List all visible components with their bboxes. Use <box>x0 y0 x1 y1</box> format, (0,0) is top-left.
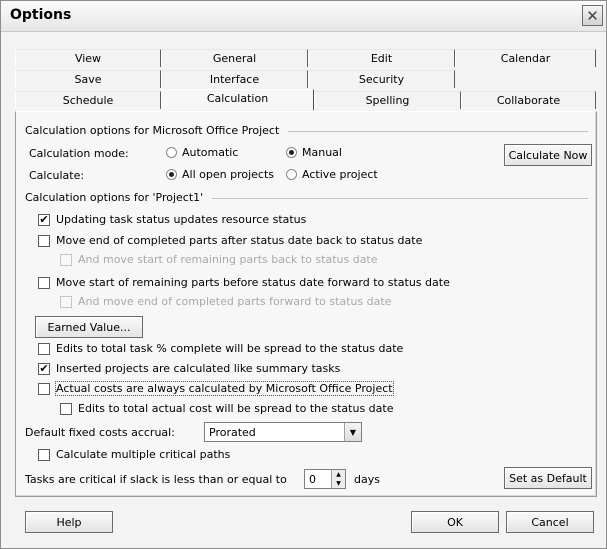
check-updating-task-status[interactable]: ✔ Updating task status updates resource … <box>38 213 306 226</box>
check-label: Edits to total actual cost will be sprea… <box>78 402 394 415</box>
calculate-now-button[interactable]: Calculate Now <box>504 144 592 166</box>
check-multiple-critical-paths[interactable]: Calculate multiple critical paths <box>38 448 230 461</box>
tab-security[interactable]: Security <box>308 70 455 88</box>
tab-save[interactable]: Save <box>15 70 161 88</box>
set-as-default-button[interactable]: Set as Default <box>504 467 592 489</box>
dialog-title: Options <box>10 7 72 23</box>
close-button[interactable]: ✕ <box>582 5 603 26</box>
tab-calculation[interactable]: Calculation <box>161 89 314 110</box>
check-label: Move end of completed parts after status… <box>56 234 423 247</box>
fixed-costs-value: Prorated <box>209 426 256 439</box>
radio-manual[interactable]: Manual <box>286 146 342 159</box>
checkbox <box>60 253 72 266</box>
check-move-end-completed-forward[interactable]: And move end of completed parts forward … <box>60 295 391 308</box>
tab-general[interactable]: General <box>161 49 308 67</box>
check-label: Edits to total task % complete will be s… <box>56 342 404 355</box>
checkbox <box>60 402 72 415</box>
calculate-label: Calculate: <box>29 169 85 182</box>
radio-automatic-label: Automatic <box>182 146 239 159</box>
cancel-button[interactable]: Cancel <box>506 511 594 533</box>
checkbox <box>38 276 50 289</box>
spin-down-icon[interactable]: ▼ <box>331 479 345 488</box>
radio-circle <box>166 147 177 158</box>
critical-slack-label: Tasks are critical if slack is less than… <box>25 473 287 486</box>
check-label: Updating task status updates resource st… <box>56 213 307 226</box>
radio-automatic[interactable]: Automatic <box>166 146 238 159</box>
check-inserted-projects[interactable]: ✔ Inserted projects are calculated like … <box>38 362 340 375</box>
check-label: Move start of remaining parts before sta… <box>56 276 450 289</box>
tab-schedule[interactable]: Schedule <box>15 91 161 109</box>
check-label: Actual costs are always calculated by Mi… <box>55 381 394 396</box>
radio-circle-selected <box>286 147 297 158</box>
tab-collaborate[interactable]: Collaborate <box>461 91 596 109</box>
check-label: Inserted projects are calculated like su… <box>56 362 341 375</box>
check-label: And move end of completed parts forward … <box>78 295 392 308</box>
calculation-panel: Calculation options for Microsoft Office… <box>15 111 597 497</box>
fixed-costs-select[interactable]: Prorated ▼ <box>204 422 362 442</box>
check-icon: ✔ <box>39 361 49 375</box>
check-label: And move start of remaining parts back t… <box>78 253 378 266</box>
check-move-start-remaining[interactable]: Move start of remaining parts before sta… <box>38 276 450 289</box>
check-move-start-remaining-back[interactable]: And move start of remaining parts back t… <box>60 253 378 266</box>
checkbox <box>38 234 50 247</box>
tab-calendar[interactable]: Calendar <box>455 49 596 67</box>
slack-spinner[interactable]: 0 ▲ ▼ <box>304 469 346 489</box>
fixed-costs-label: Default fixed costs accrual: <box>25 426 175 439</box>
divider <box>288 131 588 132</box>
radio-manual-label: Manual <box>302 146 342 159</box>
check-actual-costs[interactable]: Actual costs are always calculated by Mi… <box>38 381 394 396</box>
section-header-project-options: Calculation options for 'Project1' <box>25 191 204 204</box>
tab-edit[interactable]: Edit <box>308 49 455 67</box>
close-icon: ✕ <box>586 6 599 25</box>
radio-all-open-projects[interactable]: All open projects <box>166 168 274 181</box>
tab-spelling[interactable]: Spelling <box>314 91 461 109</box>
checkbox: ✔ <box>38 361 50 375</box>
options-dialog: Options ✕ View General Edit Calendar Sav… <box>0 0 607 549</box>
check-edits-total-task[interactable]: Edits to total task % complete will be s… <box>38 342 403 355</box>
divider <box>212 198 588 199</box>
radio-circle-selected <box>166 169 177 180</box>
tab-interface[interactable]: Interface <box>161 70 308 88</box>
check-icon: ✔ <box>39 212 49 226</box>
title-bar: Options ✕ <box>1 1 606 32</box>
checkbox <box>38 342 50 355</box>
days-label: days <box>354 473 380 486</box>
calc-mode-label: Calculation mode: <box>29 147 129 160</box>
checkbox <box>38 382 50 395</box>
earned-value-button[interactable]: Earned Value... <box>35 316 143 338</box>
chevron-down-icon[interactable]: ▼ <box>344 423 361 441</box>
checkbox <box>38 448 50 461</box>
radio-active-label: Active project <box>302 168 378 181</box>
radio-circle <box>286 169 297 180</box>
help-button[interactable]: Help <box>25 511 113 533</box>
ok-button[interactable]: OK <box>411 511 499 533</box>
check-move-end-completed[interactable]: Move end of completed parts after status… <box>38 234 422 247</box>
check-label: Calculate multiple critical paths <box>56 448 231 461</box>
radio-all-label: All open projects <box>182 168 274 181</box>
checkbox <box>60 295 72 308</box>
checkbox: ✔ <box>38 212 50 226</box>
radio-active-project[interactable]: Active project <box>286 168 378 181</box>
spin-up-icon[interactable]: ▲ <box>331 470 345 479</box>
section-header-calc-options: Calculation options for Microsoft Office… <box>25 124 280 137</box>
check-edits-total-actual-cost[interactable]: Edits to total actual cost will be sprea… <box>60 402 393 415</box>
slack-value: 0 <box>309 473 316 486</box>
tab-view[interactable]: View <box>15 49 161 67</box>
